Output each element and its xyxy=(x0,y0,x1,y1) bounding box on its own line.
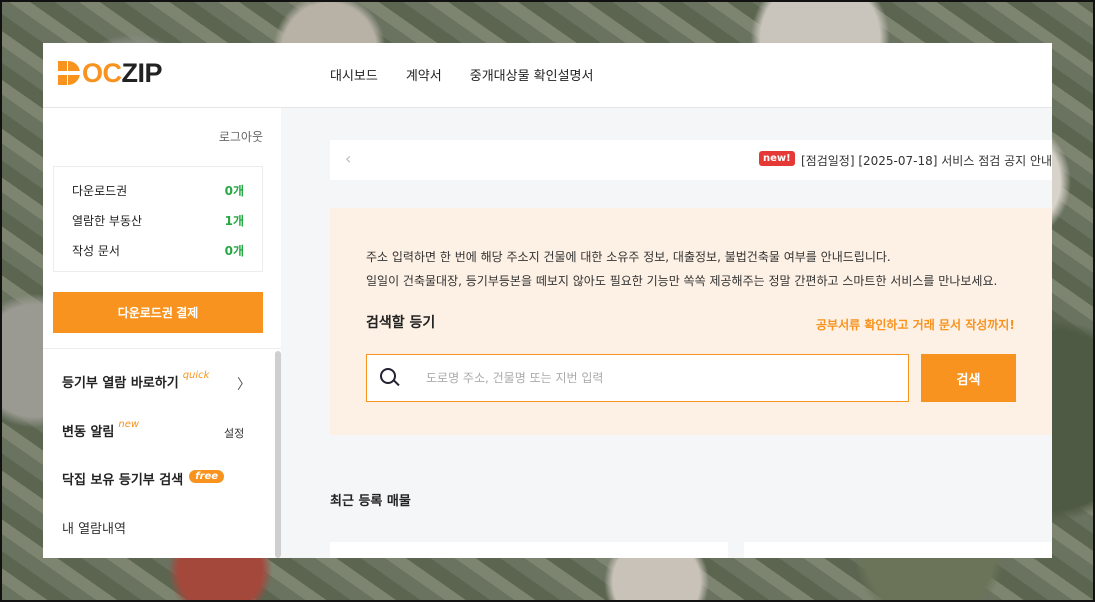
app-window: OCZIP 대시보드 계약서 중개대상물 확인설명서 로그아웃 다운로드권 0개… xyxy=(43,43,1052,558)
nav-dashboard[interactable]: 대시보드 xyxy=(330,65,378,84)
stat-viewed-properties: 열람한 부동산 1개 xyxy=(72,214,244,228)
chevron-right-icon[interactable]: 〉 xyxy=(237,374,251,394)
chevron-left-icon[interactable]: ‹ xyxy=(345,149,351,168)
quick-tag: quick xyxy=(182,370,210,381)
recent-listings-title: 최근 등록 매물 xyxy=(330,494,411,509)
listing-card[interactable] xyxy=(330,542,728,558)
logout-link[interactable]: 로그아웃 xyxy=(219,128,263,145)
promo-text: 공부서류 확인하고 거래 문서 작성까지! xyxy=(816,318,1015,332)
top-bar: OCZIP 대시보드 계약서 중개대상물 확인설명서 xyxy=(43,43,1052,108)
main-content: ‹ new! [점검일정] [2025-07-18] 서비스 점검 공지 안내 … xyxy=(281,108,1052,558)
free-badge: free xyxy=(189,470,225,483)
stat-written-documents: 작성 문서 0개 xyxy=(72,244,244,258)
new-badge: new! xyxy=(759,151,795,166)
divider xyxy=(43,348,281,349)
main-nav: 대시보드 계약서 중개대상물 확인설명서 xyxy=(330,65,593,84)
nav-contract[interactable]: 계약서 xyxy=(406,65,442,84)
address-search-input[interactable] xyxy=(426,371,886,385)
notice-bar: ‹ new! [점검일정] [2025-07-18] 서비스 점검 공지 안내 xyxy=(330,140,1052,180)
logo-mark-icon xyxy=(58,61,80,85)
search-panel: 주소 입력하면 한 번에 해당 주소지 건물에 대한 소유주 정보, 대출정보,… xyxy=(330,208,1052,435)
search-title: 검색할 등기 xyxy=(366,315,436,331)
search-icon xyxy=(380,368,400,388)
search-button[interactable]: 검색 xyxy=(921,354,1016,402)
stat-download-credits: 다운로드권 0개 xyxy=(72,184,244,198)
sidebar: 로그아웃 다운로드권 0개 열람한 부동산 1개 작성 문서 0개 다운로드권 … xyxy=(43,108,281,558)
change-alert-item[interactable]: 변동 알림 new xyxy=(62,419,140,440)
doczip-logo[interactable]: OCZIP xyxy=(58,57,163,88)
quick-registry-view-item[interactable]: 등기부 열람 바로하기 quick xyxy=(62,370,210,391)
my-history-item[interactable]: 내 열람내역 xyxy=(62,518,126,537)
notice-text[interactable]: [점검일정] [2025-07-18] 서비스 점검 공지 안내 xyxy=(801,152,1052,169)
search-box xyxy=(366,354,909,402)
stats-box: 다운로드권 0개 열람한 부동산 1개 작성 문서 0개 xyxy=(53,166,263,272)
logo-text: OCZIP xyxy=(82,57,163,88)
pay-download-credit-button[interactable]: 다운로드권 결제 xyxy=(53,292,263,333)
listing-card[interactable] xyxy=(744,542,1052,558)
new-tag: new xyxy=(118,419,140,430)
owned-registry-search-item[interactable]: 닥집 보유 등기부 검색 free xyxy=(62,469,225,488)
alert-settings-link[interactable]: 설정 xyxy=(224,425,244,441)
search-description: 주소 입력하면 한 번에 해당 주소지 건물에 대한 소유주 정보, 대출정보,… xyxy=(366,250,998,288)
nav-property-explanation[interactable]: 중개대상물 확인설명서 xyxy=(470,65,594,84)
